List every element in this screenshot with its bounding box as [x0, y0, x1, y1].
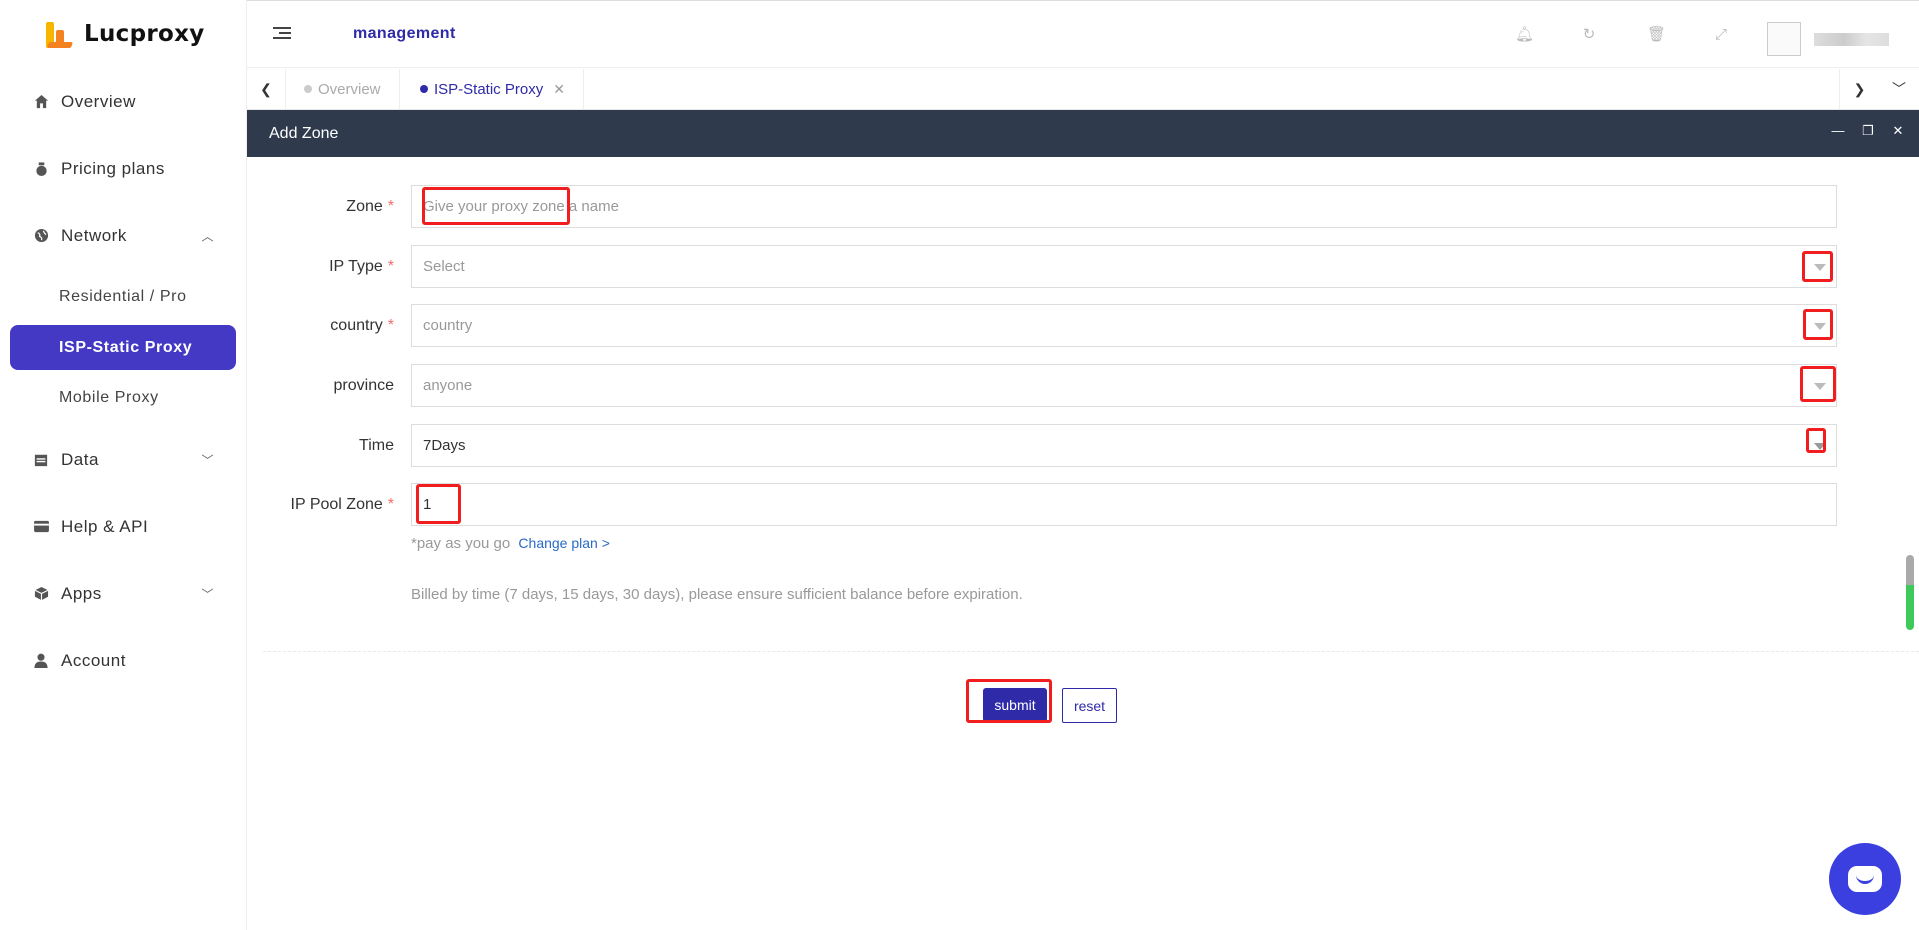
sidebar-item-label: Apps	[61, 583, 102, 603]
page-title: management	[353, 25, 456, 42]
tab-overview[interactable]: Overview	[286, 69, 400, 109]
sidebar-item-account[interactable]: Account	[0, 627, 246, 694]
trash-icon[interactable]: 🗑︎	[1647, 27, 1666, 43]
sidebar-item-network[interactable]: Network ︿	[0, 202, 246, 269]
username-blurred[interactable]	[1814, 33, 1889, 46]
reset-button[interactable]: reset	[1062, 688, 1117, 723]
zone-input[interactable]	[423, 186, 1836, 227]
time-value: 7Days	[423, 437, 466, 454]
form-divider	[263, 651, 1919, 652]
dialog-header: Add Zone — ❐ ✕	[247, 110, 1919, 157]
sidebar-item-pricing-plans[interactable]: Pricing plans	[0, 135, 246, 202]
dropdown-caret-icon[interactable]	[1814, 322, 1826, 330]
top-header: management 🔔︎ ↻ 🗑︎ ⤢	[247, 0, 1919, 68]
money-bag-icon	[33, 161, 49, 177]
dialog-title: Add Zone	[269, 124, 339, 142]
maximize-icon[interactable]: ❐	[1861, 124, 1875, 138]
province-label: province	[333, 377, 394, 394]
time-select[interactable]: 7Days	[411, 424, 1837, 467]
pay-as-you-go-text: *pay as you go	[411, 535, 511, 552]
close-icon[interactable]: ✕	[1891, 124, 1905, 138]
tab-dot	[304, 85, 312, 93]
chevron-down-icon[interactable]: ﹀	[1879, 69, 1919, 109]
sidebar-item-residential[interactable]: Residential / Pro	[0, 269, 246, 325]
country-label: country *	[330, 317, 394, 334]
user-icon	[33, 653, 49, 669]
dropdown-caret-icon[interactable]	[1814, 263, 1826, 271]
sidebar-item-label: Account	[61, 650, 126, 670]
country-row: country * country	[247, 304, 1919, 348]
billing-info: Billed by time (7 days, 15 days, 30 days…	[411, 586, 1023, 603]
dropdown-caret-icon[interactable]	[1814, 442, 1826, 450]
home-icon	[33, 94, 49, 110]
dropdown-caret-icon[interactable]	[1814, 382, 1826, 390]
province-row: province anyone	[247, 364, 1919, 408]
ip-pool-zone-input[interactable]: 1	[411, 483, 1837, 526]
tab-label: ISP-Static Proxy	[434, 80, 544, 98]
globe-icon	[33, 228, 49, 244]
chevron-up-icon: ︿	[201, 229, 214, 243]
sidebar-item-label: Help & API	[61, 516, 149, 536]
country-select[interactable]: country	[411, 304, 1837, 347]
sidebar: Lucproxy Overview Pricing plans Network …	[0, 0, 247, 930]
country-value: country	[423, 317, 473, 334]
tab-bar: ❮ Overview ISP-Static Proxy ✕ ❯ ﹀	[247, 69, 1919, 110]
cube-icon	[33, 586, 49, 602]
calendar-icon	[33, 452, 49, 468]
sidebar-item-mobile-proxy[interactable]: Mobile Proxy	[0, 370, 246, 426]
ip-pool-zone-row: IP Pool Zone * 1	[247, 483, 1919, 527]
menu-toggle-icon[interactable]	[273, 27, 291, 41]
ip-type-value: Select	[423, 258, 465, 275]
sidebar-nav: Overview Pricing plans Network ︿ Residen…	[0, 68, 246, 694]
sidebar-item-overview[interactable]: Overview	[0, 68, 246, 135]
province-value: anyone	[423, 377, 473, 394]
ip-type-label: IP Type *	[329, 258, 394, 275]
sidebar-item-label: Network	[61, 225, 127, 245]
time-label: Time	[359, 437, 394, 454]
tab-dot	[420, 85, 428, 93]
province-select[interactable]: anyone	[411, 364, 1837, 407]
close-icon[interactable]: ✕	[553, 81, 565, 98]
zone-label: Zone *	[346, 198, 394, 215]
brand-logo[interactable]: Lucproxy	[0, 0, 246, 68]
tab-isp-static-proxy[interactable]: ISP-Static Proxy ✕	[402, 69, 584, 109]
ip-pool-zone-value: 1	[423, 496, 432, 513]
ip-pool-zone-label: IP Pool Zone *	[290, 496, 394, 513]
fullscreen-icon[interactable]: ⤢	[1713, 27, 1729, 43]
sidebar-item-label: Overview	[61, 91, 136, 111]
chat-support-button[interactable]	[1829, 843, 1901, 915]
sidebar-item-isp-static-proxy[interactable]: ISP-Static Proxy	[10, 325, 236, 370]
sidebar-item-label: Data	[61, 449, 99, 469]
change-plan-link[interactable]: Change plan >	[518, 535, 609, 551]
dialog-controls: — ❐ ✕	[1815, 124, 1905, 138]
brand-name: Lucproxy	[84, 21, 205, 47]
submit-button[interactable]: submit	[983, 688, 1047, 722]
chevron-right-icon[interactable]: ❯	[1839, 69, 1879, 109]
bell-icon[interactable]: 🔔︎	[1515, 27, 1534, 43]
scrollbar[interactable]	[1906, 555, 1914, 630]
tab-label: Overview	[318, 80, 381, 98]
minimize-icon[interactable]: —	[1831, 124, 1845, 138]
ip-type-select[interactable]: Select	[411, 245, 1837, 288]
payment-note: *pay as you go Change plan >	[411, 535, 610, 552]
header-actions: 🔔︎ ↻ 🗑︎ ⤢	[1465, 27, 1729, 43]
chat-icon	[1848, 866, 1882, 892]
time-row: Time 7Days	[247, 424, 1919, 468]
sidebar-item-label: Pricing plans	[61, 158, 165, 178]
zone-row: Zone *	[247, 185, 1919, 229]
chevron-left-icon[interactable]: ❮	[247, 69, 286, 109]
sidebar-item-data[interactable]: Data ﹀	[0, 426, 246, 493]
sidebar-item-apps[interactable]: Apps ﹀	[0, 560, 246, 627]
logo-icon	[44, 18, 74, 50]
avatar[interactable]	[1767, 22, 1801, 56]
chevron-down-icon: ﹀	[201, 587, 214, 601]
ip-type-row: IP Type * Select	[247, 245, 1919, 289]
refresh-icon[interactable]: ↻	[1581, 27, 1597, 43]
sidebar-item-help-api[interactable]: Help & API	[0, 493, 246, 560]
card-icon	[33, 519, 49, 535]
chevron-down-icon: ﹀	[201, 453, 214, 467]
zone-field[interactable]	[411, 185, 1837, 228]
